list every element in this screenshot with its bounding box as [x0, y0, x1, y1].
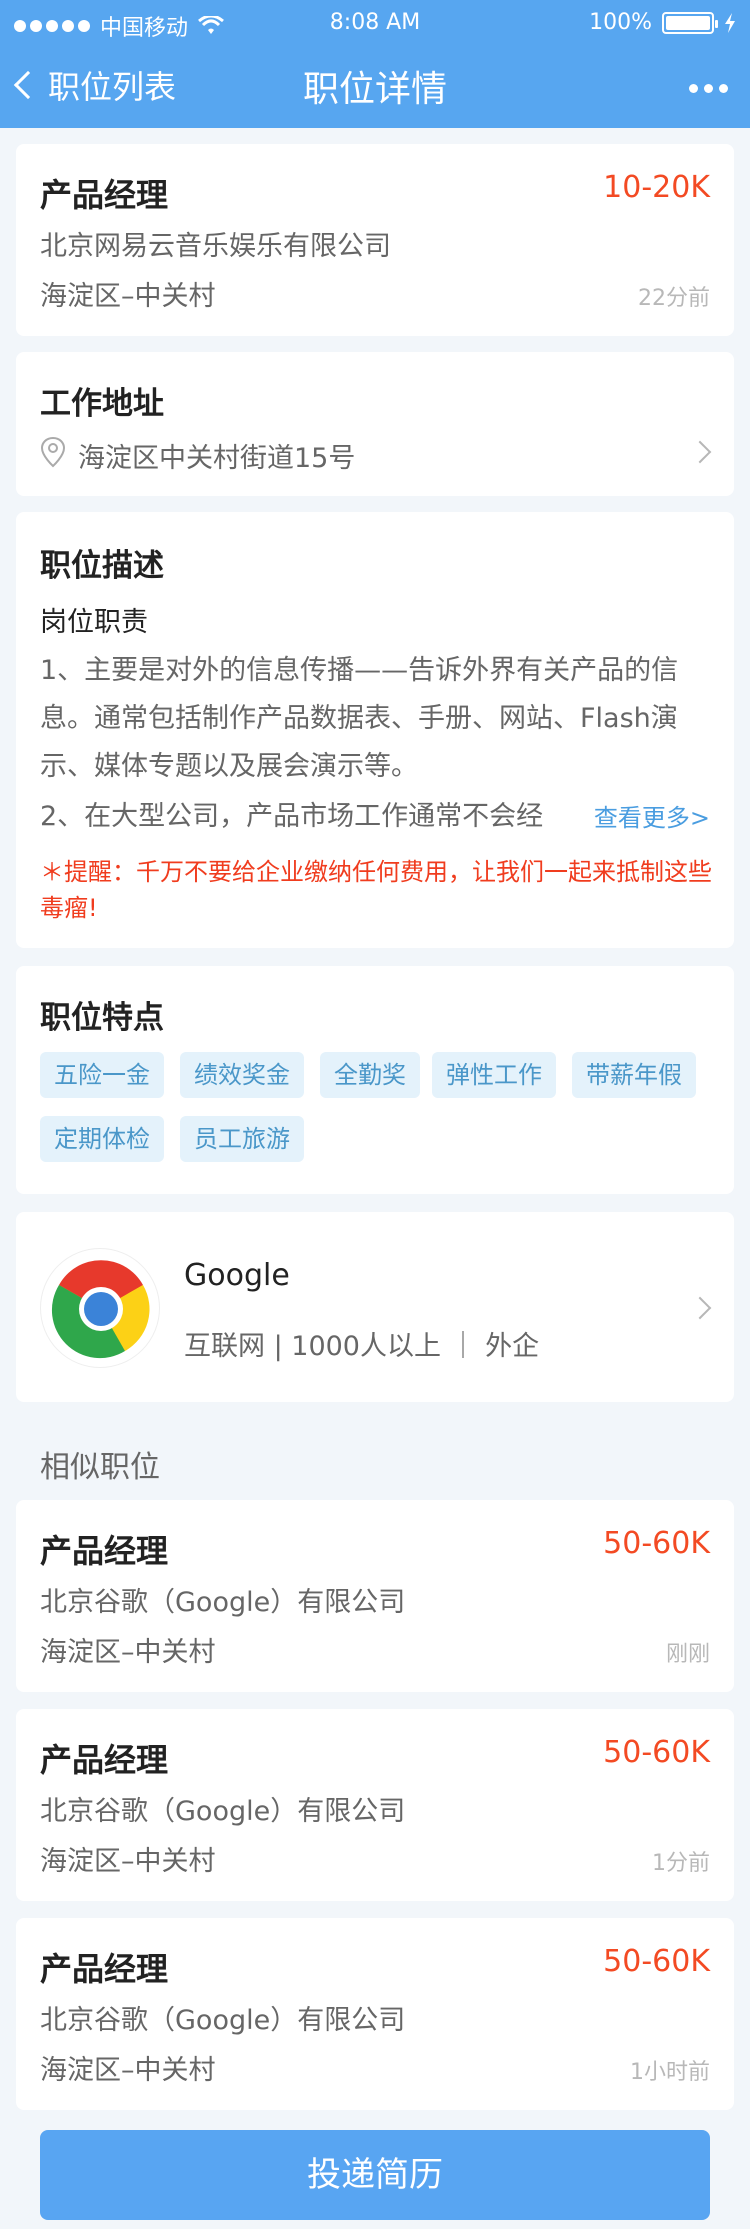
feature-tag: 定期体检 [40, 1116, 164, 1162]
job-title: 产品经理 [40, 1741, 169, 1779]
chrome-logo-icon [51, 1260, 150, 1359]
job-salary: 10-20K [603, 170, 710, 205]
job-posted-time: 22分前 [638, 286, 710, 311]
description-heading: 职位描述 [40, 548, 164, 584]
similar-heading: 相似职位 [40, 1450, 160, 1485]
feature-tag: 弹性工作 [432, 1052, 556, 1098]
top-bar: 中国移动 8:08 AM 100% 职位列表 职位详情 [0, 0, 750, 128]
job-title: 产品经理 [40, 1532, 169, 1570]
status-bar: 中国移动 8:08 AM 100% [0, 0, 750, 46]
feature-tag: 全勤奖 [320, 1052, 420, 1098]
job-summary-card: 产品经理 10-20K 北京网易云音乐娱乐有限公司 海淀区–中关村 22分前 [16, 144, 734, 336]
company-card[interactable]: Google 互联网 | 1000人以上 ｜ 外企 [16, 1212, 734, 1402]
description-card: 职位描述 岗位职责 1、主要是对外的信息传播——告诉外界有关产品的信 息。通常包… [16, 512, 734, 948]
more-icon[interactable] [689, 84, 728, 93]
job-area: 海淀区–中关村 [40, 281, 216, 312]
job-area: 海淀区–中关村 [40, 2055, 216, 2086]
company-logo [40, 1248, 160, 1368]
job-salary: 50-60K [603, 1526, 710, 1561]
view-more-link[interactable]: 查看更多> [594, 798, 710, 833]
charging-icon [725, 12, 735, 33]
job-title: 产品经理 [40, 1950, 169, 1988]
address-heading: 工作地址 [40, 386, 164, 422]
description-line-4: 2、在大型公司，产品市场工作通常不会经 [40, 801, 544, 832]
job-area: 海淀区–中关村 [40, 1637, 216, 1668]
description-line-2: 息。通常包括制作产品数据表、手册、网站、Flash演 [40, 703, 678, 734]
similar-job-card[interactable]: 产品经理 50-60K 北京谷歌（Google）有限公司 海淀区–中关村 1小时… [16, 1918, 734, 2110]
description-line-1: 1、主要是对外的信息传播——告诉外界有关产品的信 [40, 655, 679, 686]
company-info: 互联网 | 1000人以上 ｜ 外企 [184, 1331, 540, 1362]
features-card: 职位特点 五险一金 绩效奖金 全勤奖 弹性工作 带薪年假 定期体检 员工旅游 [16, 966, 734, 1194]
location-pin-icon [40, 436, 66, 468]
job-posted-time: 1分前 [652, 1851, 710, 1876]
similar-job-card[interactable]: 产品经理 50-60K 北京谷歌（Google）有限公司 海淀区–中关村 1分前 [16, 1709, 734, 1901]
status-right: 100% [589, 10, 736, 35]
submit-bar: 投递简历 [0, 2125, 750, 2229]
battery-label: 100% [589, 10, 652, 35]
warning-line-1: ＊提醒：千万不要给企业缴纳任何费用，让我们一起来抵制这些 [40, 858, 712, 886]
job-salary: 50-60K [603, 1735, 710, 1770]
job-salary: 50-60K [603, 1944, 710, 1979]
nav-bar: 职位列表 职位详情 [0, 46, 750, 128]
feature-tag: 绩效奖金 [180, 1052, 304, 1098]
chevron-right-icon [688, 1296, 712, 1320]
job-area: 海淀区–中关村 [40, 1846, 216, 1877]
features-heading: 职位特点 [40, 1000, 164, 1036]
submit-resume-button[interactable]: 投递简历 [40, 2130, 710, 2220]
description-line-3: 示、媒体专题以及展会演示等。 [40, 751, 418, 782]
job-title: 产品经理 [40, 176, 169, 214]
feature-tag: 员工旅游 [180, 1116, 304, 1162]
job-posted-time: 刚刚 [665, 1642, 710, 1667]
feature-tag: 带薪年假 [572, 1052, 696, 1098]
job-company: 北京谷歌（Google）有限公司 [40, 1796, 406, 1827]
page-title: 职位详情 [302, 69, 447, 110]
chevron-right-icon [688, 440, 712, 464]
feature-tag: 五险一金 [40, 1052, 164, 1098]
description-subheading: 岗位职责 [40, 607, 148, 638]
job-company: 北京谷歌（Google）有限公司 [40, 2005, 406, 2036]
job-company: 北京谷歌（Google）有限公司 [40, 1587, 406, 1618]
job-company: 北京网易云音乐娱乐有限公司 [40, 231, 391, 262]
warning-line-2: 毒瘤! [40, 894, 98, 922]
company-name: Google [184, 1258, 290, 1293]
address-card[interactable]: 工作地址 海淀区中关村街道15号 [16, 352, 734, 496]
battery-icon [662, 11, 718, 34]
address-text: 海淀区中关村街道15号 [78, 443, 356, 474]
job-posted-time: 1小时前 [630, 2060, 710, 2085]
similar-job-card[interactable]: 产品经理 50-60K 北京谷歌（Google）有限公司 海淀区–中关村 刚刚 [16, 1500, 734, 1692]
